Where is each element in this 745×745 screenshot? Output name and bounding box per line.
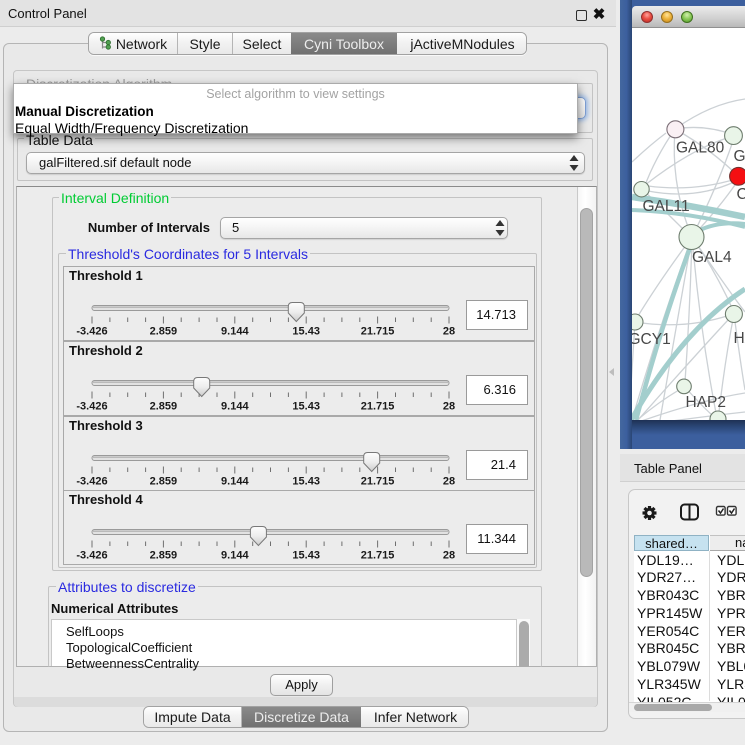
svg-text:15.43: 15.43 (292, 550, 320, 562)
svg-text:2.859: 2.859 (150, 401, 178, 413)
svg-text:28: 28 (443, 550, 455, 562)
svg-text:28: 28 (443, 476, 455, 488)
svg-text:15.43: 15.43 (292, 476, 320, 488)
svg-text:HA: HA (734, 330, 745, 347)
svg-text:HAP2: HAP2 (686, 394, 727, 411)
svg-text:9.144: 9.144 (221, 401, 249, 413)
svg-text:-3.426: -3.426 (76, 550, 107, 562)
svg-text:21.715: 21.715 (361, 326, 395, 338)
svg-text:9.144: 9.144 (221, 476, 249, 488)
svg-text:28: 28 (443, 326, 455, 338)
svg-text:GAL11: GAL11 (643, 198, 690, 215)
svg-text:-3.426: -3.426 (76, 401, 107, 413)
svg-text:2.859: 2.859 (150, 476, 178, 488)
svg-text:28: 28 (443, 401, 455, 413)
svg-text:21.715: 21.715 (361, 550, 395, 562)
svg-text:GCY1: GCY1 (632, 331, 671, 348)
svg-text:21.715: 21.715 (361, 476, 395, 488)
svg-text:2.859: 2.859 (150, 550, 178, 562)
svg-text:-3.426: -3.426 (76, 326, 107, 338)
svg-text:GA: GA (734, 148, 745, 165)
svg-text:CD: CD (737, 186, 745, 203)
svg-text:GAL80: GAL80 (676, 140, 725, 157)
svg-text:15.43: 15.43 (292, 326, 320, 338)
svg-text:9.144: 9.144 (221, 326, 249, 338)
svg-text:21.715: 21.715 (361, 401, 395, 413)
svg-text:9.144: 9.144 (221, 550, 249, 562)
svg-text:2.859: 2.859 (150, 326, 178, 338)
svg-text:-3.426: -3.426 (76, 476, 107, 488)
svg-text:15.43: 15.43 (292, 401, 320, 413)
svg-text:GAL4: GAL4 (692, 249, 732, 266)
